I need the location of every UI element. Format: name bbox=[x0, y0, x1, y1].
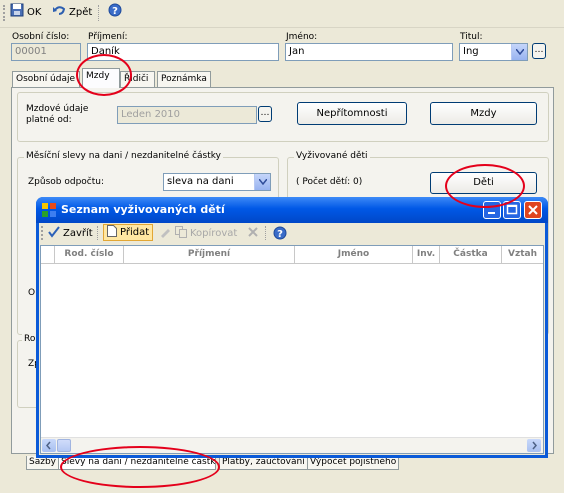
edit-button[interactable] bbox=[159, 226, 171, 241]
ok-label: OK bbox=[27, 7, 42, 18]
help-icon: ? bbox=[108, 3, 122, 23]
chevron-down-icon[interactable] bbox=[511, 44, 527, 60]
personal-number-field: 00001 bbox=[11, 43, 81, 61]
tab-drivers[interactable]: Řidiči bbox=[120, 71, 155, 87]
ok-button[interactable]: OK bbox=[10, 3, 42, 23]
back-label: Zpět bbox=[69, 7, 93, 18]
valid-from-label-line2: platné od: bbox=[26, 115, 72, 125]
children-count-label: ( Počet dětí: 0) bbox=[296, 177, 363, 187]
arrow-right-icon bbox=[527, 441, 541, 453]
minimize-button[interactable] bbox=[483, 201, 501, 219]
children-grid: Rod. číslo Příjmení Jméno Inv. grad Část… bbox=[40, 245, 544, 454]
toolbar-grip bbox=[3, 5, 7, 21]
deduction-method-value: sleva na dani bbox=[167, 176, 234, 187]
column-amount[interactable]: Částka bbox=[440, 246, 502, 263]
tab-note[interactable]: Poznámka bbox=[157, 71, 211, 87]
scroll-left-button[interactable] bbox=[42, 439, 56, 452]
copy-icon bbox=[175, 226, 187, 241]
dialog-title: Seznam vyživovaných dětí bbox=[61, 203, 225, 216]
chevron-down-icon[interactable] bbox=[254, 174, 270, 190]
column-name[interactable]: Jméno bbox=[295, 246, 413, 263]
new-document-icon bbox=[107, 225, 117, 240]
name-label: Jméno: bbox=[286, 32, 318, 42]
tab-payments[interactable]: Platby, zaúčtování bbox=[219, 456, 308, 470]
horizontal-scrollbar[interactable] bbox=[41, 437, 543, 453]
absence-button[interactable]: Nepřítomnosti bbox=[297, 102, 407, 125]
column-disability-grade-label: Inv. grad bbox=[416, 249, 436, 259]
back-button[interactable]: Zpět bbox=[52, 5, 92, 21]
valid-from-lookup-button[interactable]: … bbox=[258, 106, 272, 122]
copy-button[interactable]: Kopírovat bbox=[175, 226, 237, 241]
close-button[interactable] bbox=[524, 201, 542, 219]
dialog-toolbar: Zavřít Přidat Kopírovat ? bbox=[39, 223, 545, 243]
wages-button[interactable]: Mzdy bbox=[430, 102, 537, 125]
add-button[interactable]: Přidat bbox=[103, 224, 154, 241]
surname-label: Příjmení: bbox=[88, 32, 128, 42]
column-disability-grade[interactable]: Inv. grad bbox=[413, 246, 440, 263]
dialog-toolbar-separator bbox=[97, 226, 98, 240]
save-icon bbox=[10, 3, 24, 23]
grid-header: Rod. číslo Příjmení Jméno Inv. grad Část… bbox=[41, 246, 543, 264]
deduction-method-label: Způsob odpočtu: bbox=[28, 177, 105, 187]
tab-rates[interactable]: Sazby bbox=[26, 456, 59, 470]
undo-icon bbox=[52, 3, 66, 23]
scroll-right-button[interactable] bbox=[527, 439, 541, 452]
partial-label-o: O bbox=[28, 288, 36, 298]
delete-icon bbox=[247, 227, 259, 241]
copy-label: Kopírovat bbox=[190, 228, 238, 239]
dialog-help-button[interactable]: ? bbox=[273, 226, 287, 243]
children-button[interactable]: Děti bbox=[430, 172, 537, 194]
add-label: Přidat bbox=[120, 227, 150, 238]
pencil-icon bbox=[159, 229, 171, 241]
help-icon: ? bbox=[273, 226, 287, 243]
tab-tax-relief[interactable]: Slevy na dani / nezdanitelné částky bbox=[58, 456, 216, 470]
column-relation[interactable]: Vztah bbox=[502, 246, 543, 263]
deduction-method-select[interactable]: sleva na dani bbox=[163, 173, 271, 191]
toolbar-separator bbox=[98, 5, 101, 21]
title-select[interactable]: Ing bbox=[459, 43, 528, 61]
valid-from-label-line1: Mzdové údaje bbox=[26, 104, 89, 114]
maximize-icon bbox=[504, 204, 520, 221]
title-label: Titul: bbox=[460, 32, 483, 42]
scroll-thumb[interactable] bbox=[57, 439, 71, 452]
app-icon bbox=[42, 203, 56, 220]
column-birth-number[interactable]: Rod. číslo bbox=[55, 246, 124, 263]
help-button[interactable]: ? bbox=[108, 3, 122, 23]
dialog-body: Zavřít Přidat Kopírovat ? Rod. číslo Pří… bbox=[39, 223, 545, 455]
svg-text:?: ? bbox=[277, 229, 283, 240]
tab-personal-data[interactable]: Osobní údaje bbox=[12, 71, 80, 87]
dialog-close-button[interactable]: Zavřít bbox=[48, 226, 93, 241]
main-toolbar: OK Zpět ? bbox=[0, 0, 564, 28]
grid-row-indicator-header bbox=[41, 246, 55, 263]
dialog-toolbar-separator-2 bbox=[265, 226, 266, 240]
tab-insurance-calc[interactable]: Výpočet pojistného bbox=[307, 456, 400, 470]
valid-from-label: Mzdové údaje platné od: bbox=[26, 104, 88, 126]
checkmark-icon bbox=[48, 226, 60, 241]
dialog-close-label: Zavřít bbox=[63, 228, 93, 239]
minimize-icon bbox=[484, 210, 500, 221]
title-select-value: Ing bbox=[463, 46, 479, 57]
delete-button[interactable] bbox=[247, 226, 259, 241]
valid-from-field: Leden 2010 bbox=[117, 106, 257, 124]
column-surname[interactable]: Příjmení bbox=[124, 246, 295, 263]
children-group-title: Vyživované děti bbox=[294, 151, 370, 161]
personal-number-label: Osobní číslo: bbox=[12, 32, 70, 42]
maximize-button[interactable] bbox=[503, 201, 521, 219]
title-lookup-button[interactable]: … bbox=[532, 43, 546, 59]
arrow-left-icon bbox=[42, 441, 56, 453]
tax-group-title: Měsíční slevy na dani / nezdanitelné čás… bbox=[24, 151, 223, 161]
tab-wages[interactable]: Mzdy bbox=[82, 68, 120, 88]
svg-text:?: ? bbox=[112, 6, 118, 17]
surname-input[interactable]: Daník bbox=[87, 43, 279, 61]
dialog-toolbar-grip bbox=[41, 226, 45, 240]
name-input[interactable]: Jan bbox=[285, 43, 453, 61]
close-icon bbox=[525, 205, 541, 221]
children-dialog: Seznam vyživovaných dětí Zavřít Přidat K… bbox=[36, 197, 548, 458]
